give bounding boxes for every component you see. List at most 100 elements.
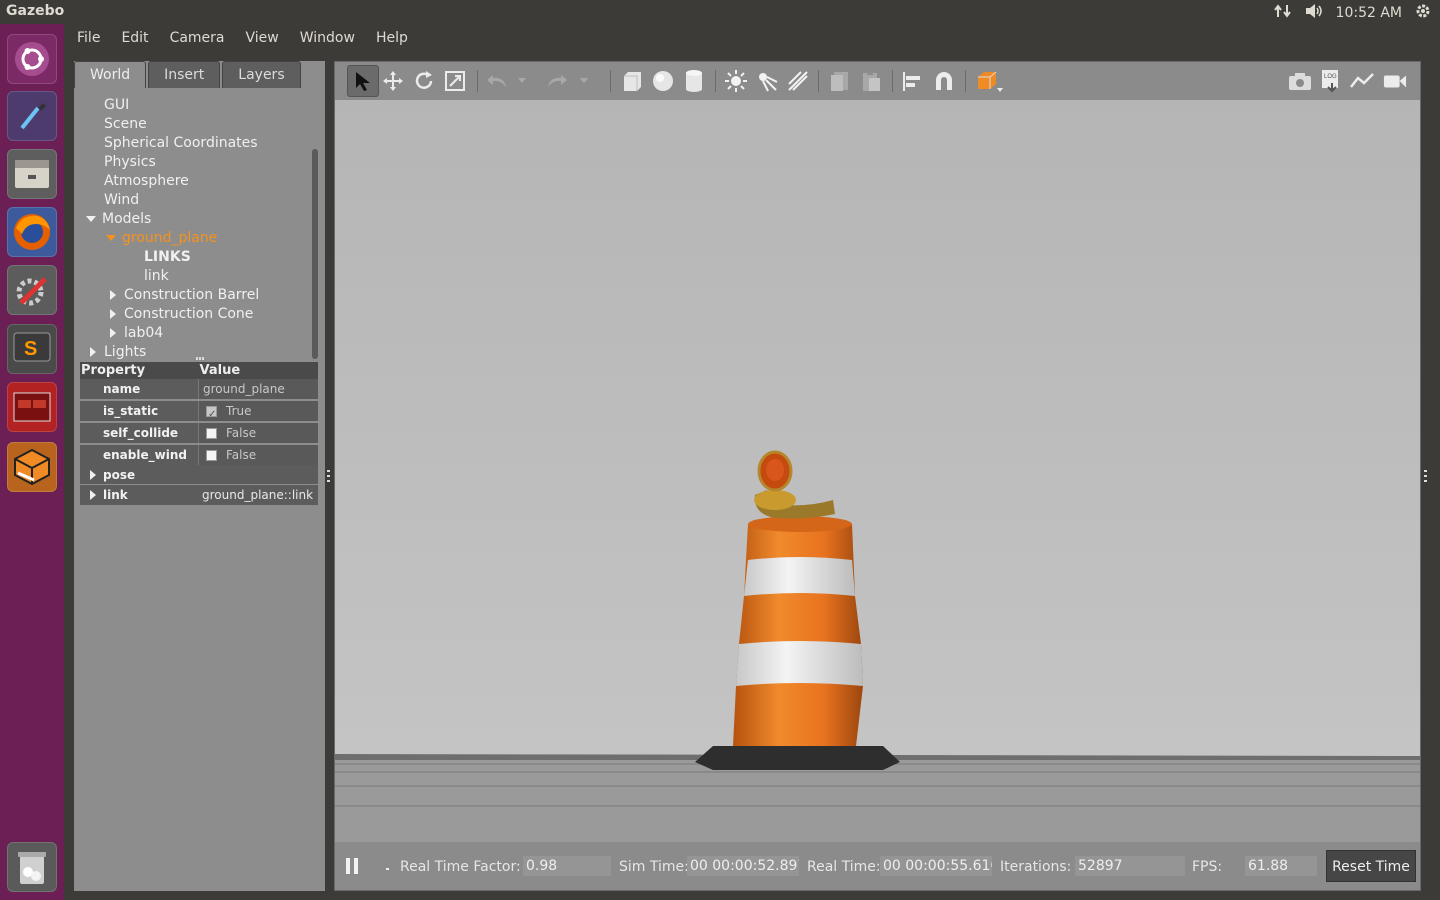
property-value[interactable]: False bbox=[198, 423, 318, 443]
menu-camera[interactable]: Camera bbox=[158, 30, 234, 46]
tree-item-models[interactable]: Models bbox=[86, 210, 151, 229]
tree-item-lab04-label: lab04 bbox=[124, 325, 164, 341]
tab-insert[interactable]: Insert bbox=[148, 61, 221, 88]
terminal-app-icon[interactable] bbox=[7, 382, 57, 432]
redo-history-icon[interactable] bbox=[578, 69, 590, 93]
iterations-field: 52897 bbox=[1075, 856, 1185, 876]
screenshot-icon[interactable] bbox=[1288, 69, 1312, 93]
left-panel: World Insert Layers GUI Scene Spherical … bbox=[74, 61, 325, 891]
tree-item-construction-barrel-label: Construction Barrel bbox=[124, 287, 260, 303]
volume-icon[interactable] bbox=[1304, 3, 1324, 23]
settings-gear-icon[interactable] bbox=[1414, 2, 1432, 24]
point-light-icon[interactable] bbox=[724, 69, 748, 93]
align-icon[interactable] bbox=[901, 69, 925, 93]
expand-arrow-icon[interactable] bbox=[106, 235, 116, 241]
view-angle-icon[interactable] bbox=[973, 69, 1005, 93]
box-shape-icon[interactable] bbox=[620, 69, 644, 93]
real-time-label: Real Time: bbox=[807, 859, 881, 875]
tree-item-lights[interactable]: Lights bbox=[90, 343, 146, 359]
pause-icon[interactable] bbox=[345, 858, 359, 874]
log-icon[interactable]: LOG bbox=[1319, 69, 1343, 93]
collapsed-arrow-icon[interactable] bbox=[110, 309, 116, 319]
property-row-self-collide[interactable]: self_collide False bbox=[80, 423, 318, 443]
undo-history-icon[interactable] bbox=[516, 69, 528, 93]
property-value[interactable]: True bbox=[198, 401, 318, 421]
expand-arrow-icon[interactable] bbox=[86, 216, 96, 222]
ubuntu-dash-icon[interactable] bbox=[7, 34, 57, 84]
scale-mode-icon[interactable] bbox=[443, 69, 467, 93]
menu-edit[interactable]: Edit bbox=[109, 30, 157, 46]
property-row-is-static[interactable]: is_static True bbox=[80, 401, 318, 421]
tree-item-scene[interactable]: Scene bbox=[104, 115, 147, 134]
collapsed-arrow-icon[interactable] bbox=[90, 470, 96, 480]
record-video-icon[interactable] bbox=[1383, 69, 1407, 93]
file-manager-icon[interactable] bbox=[7, 149, 57, 199]
property-row-pose[interactable]: pose bbox=[80, 465, 318, 484]
property-row-name[interactable]: name ground_plane bbox=[80, 379, 318, 399]
gazebo-icon[interactable] bbox=[7, 442, 57, 492]
network-icon[interactable] bbox=[1273, 3, 1292, 23]
system-settings-icon[interactable] bbox=[7, 265, 57, 315]
collapsed-arrow-icon[interactable] bbox=[110, 290, 116, 300]
cylinder-shape-icon[interactable] bbox=[682, 69, 706, 93]
property-column-header: Property bbox=[81, 363, 146, 378]
copy-icon[interactable] bbox=[828, 69, 852, 93]
reset-time-button[interactable]: Reset Time bbox=[1326, 850, 1416, 882]
collapsed-arrow-icon[interactable] bbox=[90, 490, 96, 500]
translate-mode-icon[interactable] bbox=[381, 69, 405, 93]
property-row-enable-wind[interactable]: enable_wind False bbox=[80, 445, 318, 465]
tree-item-atmosphere[interactable]: Atmosphere bbox=[104, 172, 189, 191]
property-row-link[interactable]: link ground_plane::link bbox=[80, 485, 318, 505]
paste-icon[interactable] bbox=[859, 69, 883, 93]
tree-item-ground-plane-label: ground_plane bbox=[122, 230, 218, 246]
tree-item-construction-cone[interactable]: Construction Cone bbox=[110, 305, 253, 324]
clock[interactable]: 10:52 AM bbox=[1336, 5, 1402, 21]
tree-item-physics[interactable]: Physics bbox=[104, 153, 156, 172]
property-value[interactable]: False bbox=[198, 445, 318, 465]
tab-layers[interactable]: Layers bbox=[222, 61, 301, 88]
property-value[interactable]: ground_plane bbox=[198, 379, 318, 399]
redo-icon[interactable] bbox=[545, 69, 569, 93]
barrel-top bbox=[748, 516, 852, 532]
tree-item-wind[interactable]: Wind bbox=[104, 191, 139, 210]
property-value-text: False bbox=[226, 426, 257, 440]
collapsed-arrow-icon[interactable] bbox=[90, 347, 96, 357]
property-value[interactable]: ground_plane::link bbox=[198, 485, 318, 505]
tree-splitter-handle[interactable] bbox=[196, 357, 204, 360]
directional-light-icon[interactable] bbox=[786, 69, 810, 93]
tree-item-construction-barrel[interactable]: Construction Barrel bbox=[110, 286, 259, 305]
trash-icon[interactable] bbox=[7, 842, 57, 892]
sublime-text-icon[interactable]: S bbox=[7, 324, 57, 374]
menu-help[interactable]: Help bbox=[364, 30, 417, 46]
enable-wind-checkbox[interactable] bbox=[206, 449, 217, 461]
tree-item-ground-plane[interactable]: ground_plane bbox=[106, 229, 217, 248]
3d-scene-view[interactable] bbox=[335, 100, 1420, 842]
tab-world[interactable]: World bbox=[74, 61, 147, 88]
self-collide-checkbox[interactable] bbox=[206, 427, 217, 439]
firefox-icon[interactable] bbox=[7, 207, 57, 257]
link-label: link bbox=[103, 488, 128, 502]
menu-file[interactable]: File bbox=[64, 30, 109, 46]
select-mode-icon[interactable] bbox=[347, 65, 379, 97]
menu-view[interactable]: View bbox=[234, 30, 288, 46]
tree-item-spherical-coordinates[interactable]: Spherical Coordinates bbox=[104, 134, 258, 153]
collapsed-arrow-icon[interactable] bbox=[110, 328, 116, 338]
color-picker-icon[interactable] bbox=[7, 91, 57, 141]
right-splitter-handle[interactable] bbox=[1424, 470, 1427, 482]
sphere-shape-icon[interactable] bbox=[651, 69, 675, 93]
undo-icon[interactable] bbox=[485, 69, 509, 93]
system-tray: 10:52 AM bbox=[1273, 2, 1432, 24]
snap-icon[interactable] bbox=[932, 69, 956, 93]
tree-item-lab04[interactable]: lab04 bbox=[110, 324, 163, 343]
panel-tabs: World Insert Layers bbox=[74, 61, 303, 89]
tree-item-link[interactable]: link bbox=[144, 267, 169, 286]
menu-window[interactable]: Window bbox=[288, 30, 364, 46]
rotate-mode-icon[interactable] bbox=[412, 69, 436, 93]
spot-light-icon[interactable] bbox=[755, 69, 779, 93]
plot-icon[interactable] bbox=[1350, 69, 1374, 93]
is-static-checkbox[interactable] bbox=[206, 405, 217, 417]
tree-item-gui[interactable]: GUI bbox=[104, 96, 129, 115]
tree-scrollbar[interactable] bbox=[312, 149, 318, 359]
step-dot[interactable] bbox=[386, 868, 389, 870]
left-splitter-handle[interactable] bbox=[327, 470, 330, 482]
